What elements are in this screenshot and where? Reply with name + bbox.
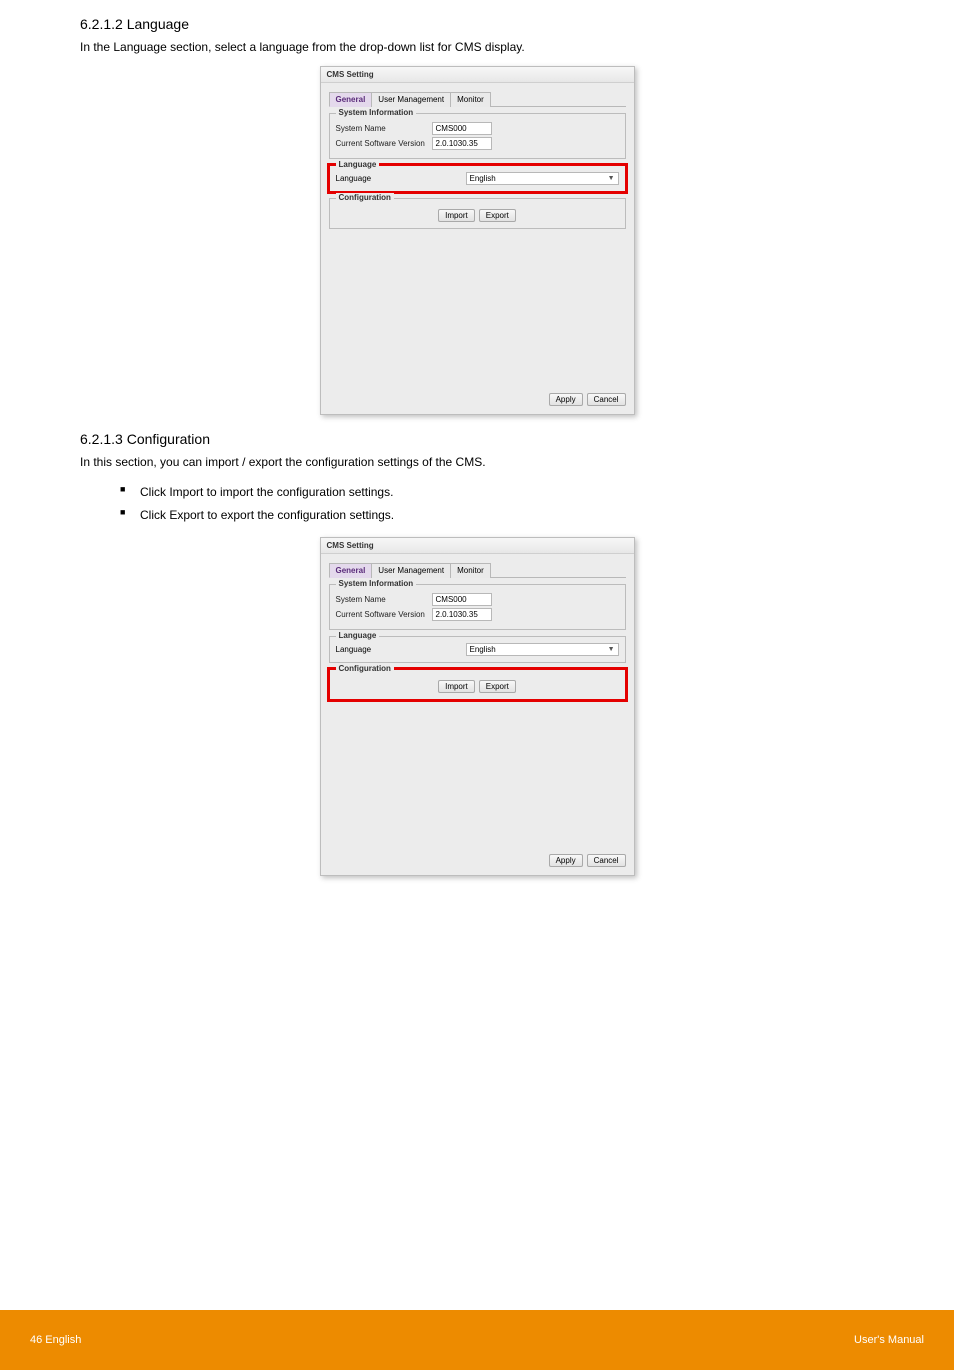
group-configuration-highlighted: Configuration Import Export: [329, 669, 626, 700]
field-system-name[interactable]: CMS000: [432, 122, 492, 135]
label-language: Language: [336, 645, 466, 654]
cancel-button[interactable]: Cancel: [587, 393, 626, 406]
select-language[interactable]: English ▼: [466, 643, 619, 656]
label-system-name: System Name: [336, 124, 432, 133]
import-button[interactable]: Import: [438, 680, 475, 693]
export-button[interactable]: Export: [479, 209, 516, 222]
tab-user-management[interactable]: User Management: [371, 92, 451, 107]
window-title: CMS Setting: [321, 538, 634, 554]
heading-language: 6.2.1.2 Language: [80, 16, 874, 32]
tabs: General User Management Monitor: [329, 91, 626, 107]
legend-system-information: System Information: [336, 579, 417, 588]
field-software-version: 2.0.1030.35: [432, 608, 492, 621]
label-software-version: Current Software Version: [336, 139, 432, 148]
tab-general[interactable]: General: [329, 92, 373, 107]
legend-language: Language: [336, 160, 380, 169]
tab-general[interactable]: General: [329, 563, 373, 578]
group-language-highlighted: Language Language English ▼: [329, 165, 626, 192]
tab-monitor[interactable]: Monitor: [450, 563, 491, 578]
select-language[interactable]: English ▼: [466, 172, 619, 185]
chevron-down-icon: ▼: [608, 646, 615, 653]
legend-language: Language: [336, 631, 380, 640]
label-language: Language: [336, 174, 466, 183]
group-system-information: System Information System Name CMS000 Cu…: [329, 584, 626, 630]
apply-button[interactable]: Apply: [549, 854, 583, 867]
label-software-version: Current Software Version: [336, 610, 432, 619]
select-language-value: English: [470, 174, 496, 183]
chevron-down-icon: ▼: [608, 175, 615, 182]
dialog-footer: Apply Cancel: [329, 850, 626, 867]
footer-left: 46 English: [30, 1334, 477, 1346]
select-language-value: English: [470, 645, 496, 654]
bullet-import: Click Import to import the configuration…: [120, 481, 874, 504]
cms-window: CMS Setting General User Management Moni…: [320, 537, 635, 876]
cms-window: CMS Setting General User Management Moni…: [320, 66, 635, 415]
cancel-button[interactable]: Cancel: [587, 854, 626, 867]
footer-right: User's Manual: [477, 1334, 924, 1346]
text-language: In the Language section, select a langua…: [80, 38, 874, 56]
config-bullets: Click Import to import the configuration…: [120, 481, 874, 527]
tab-monitor[interactable]: Monitor: [450, 92, 491, 107]
page-footer: 46 English User's Manual: [0, 1310, 954, 1370]
window-title: CMS Setting: [321, 67, 634, 83]
group-configuration: Configuration Import Export: [329, 198, 626, 229]
text-configuration: In this section, you can import / export…: [80, 453, 874, 471]
apply-button[interactable]: Apply: [549, 393, 583, 406]
import-button[interactable]: Import: [438, 209, 475, 222]
legend-system-information: System Information: [336, 108, 417, 117]
screenshot-language: CMS Setting General User Management Moni…: [80, 66, 874, 415]
label-system-name: System Name: [336, 595, 432, 604]
screenshot-configuration: CMS Setting General User Management Moni…: [80, 537, 874, 876]
tab-user-management[interactable]: User Management: [371, 563, 451, 578]
legend-configuration: Configuration: [336, 664, 394, 673]
field-software-version: 2.0.1030.35: [432, 137, 492, 150]
legend-configuration: Configuration: [336, 193, 394, 202]
group-language: Language Language English ▼: [329, 636, 626, 663]
export-button[interactable]: Export: [479, 680, 516, 693]
bullet-export: Click Export to export the configuration…: [120, 504, 874, 527]
tabs: General User Management Monitor: [329, 562, 626, 578]
field-system-name[interactable]: CMS000: [432, 593, 492, 606]
dialog-footer: Apply Cancel: [329, 389, 626, 406]
group-system-information: System Information System Name CMS000 Cu…: [329, 113, 626, 159]
heading-configuration: 6.2.1.3 Configuration: [80, 431, 874, 447]
